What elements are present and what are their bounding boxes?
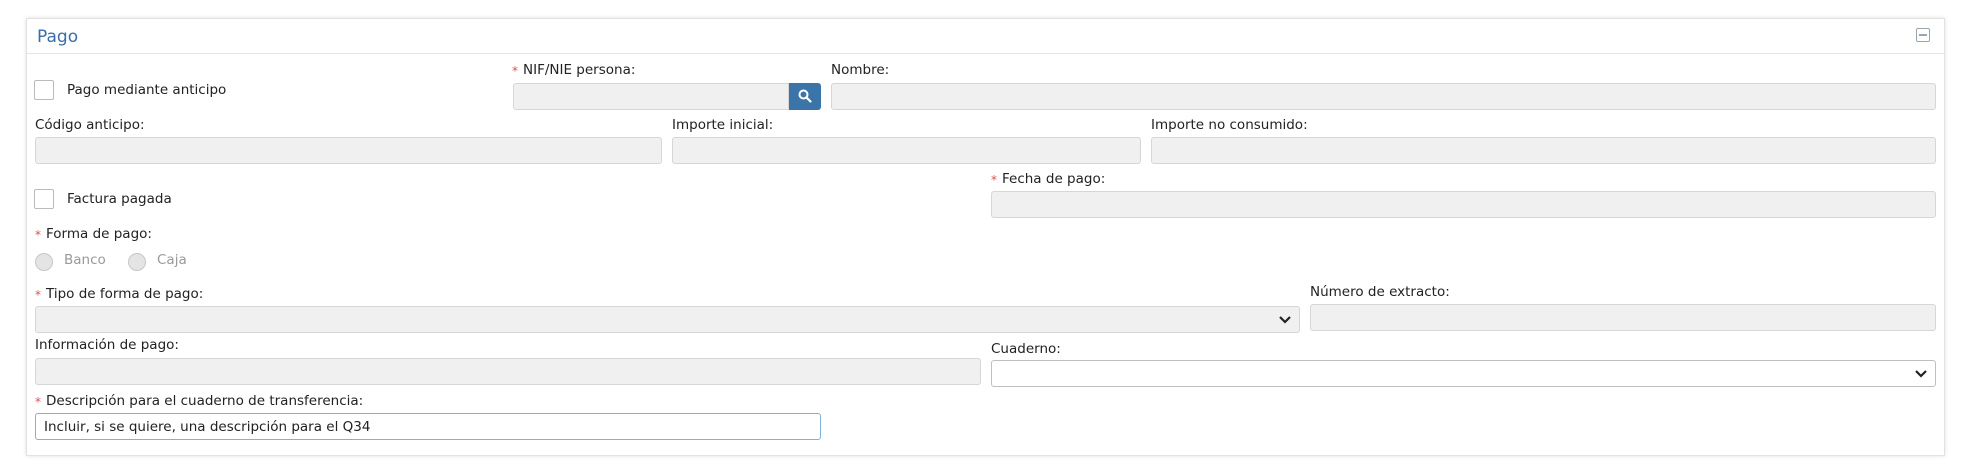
required-marker: * [35, 288, 41, 302]
importe-no-consumido-input[interactable] [1151, 137, 1936, 164]
importe-inicial-label: Importe inicial: [672, 117, 774, 133]
factura-pagada-label: Factura pagada [67, 191, 172, 207]
nombre-label: Nombre: [831, 62, 890, 78]
codigo-anticipo-label: Código anticipo: [35, 117, 145, 133]
panel-header: Pago [27, 19, 1944, 54]
caja-label: Caja [157, 252, 187, 268]
importe-inicial-input[interactable] [672, 137, 1141, 164]
chevron-down-icon [1279, 316, 1291, 324]
nombre-input[interactable] [831, 83, 1936, 110]
nif-label: * NIF/NIE persona: [512, 62, 635, 78]
tipo-forma-pago-label: * Tipo de forma de pago: [35, 286, 203, 302]
search-button[interactable] [789, 83, 821, 110]
nif-input[interactable] [513, 83, 789, 110]
informacion-pago-input[interactable] [35, 358, 981, 385]
cuaderno-select[interactable] [991, 360, 1936, 387]
required-marker: * [991, 173, 997, 187]
panel-title: Pago [37, 27, 79, 47]
forma-pago-label: * Forma de pago: [35, 226, 152, 242]
fecha-pago-label: * Fecha de pago: [991, 171, 1105, 187]
search-icon [798, 89, 812, 103]
descripcion-label-text: Descripción para el cuaderno de transfer… [46, 393, 364, 409]
banco-label: Banco [64, 252, 106, 268]
caja-radio[interactable] [128, 253, 146, 271]
descripcion-label: * Descripción para el cuaderno de transfe… [35, 393, 363, 409]
pago-anticipo-label: Pago mediante anticipo [67, 82, 227, 98]
numero-extracto-input[interactable] [1310, 304, 1936, 331]
banco-radio[interactable] [35, 253, 53, 271]
tipo-forma-pago-label-text: Tipo de forma de pago: [46, 286, 204, 302]
tipo-forma-pago-select[interactable] [35, 306, 1300, 333]
numero-extracto-label: Número de extracto: [1310, 284, 1450, 300]
chevron-down-icon [1915, 370, 1927, 378]
cuaderno-label: Cuaderno: [991, 341, 1061, 357]
nif-label-text: NIF/NIE persona: [523, 62, 636, 78]
descripcion-input[interactable]: Incluir, si se quiere, una descripción p… [35, 413, 821, 440]
codigo-anticipo-input[interactable] [35, 137, 662, 164]
importe-no-consumido-label: Importe no consumido: [1151, 117, 1308, 133]
pago-anticipo-checkbox[interactable] [34, 80, 54, 100]
fecha-pago-label-text: Fecha de pago: [1002, 171, 1106, 187]
required-marker: * [512, 64, 518, 78]
required-marker: * [35, 228, 41, 242]
forma-pago-label-text: Forma de pago: [46, 226, 152, 242]
required-marker: * [35, 395, 41, 409]
informacion-pago-label: Información de pago: [35, 337, 179, 353]
collapse-icon[interactable] [1916, 28, 1930, 42]
factura-pagada-checkbox[interactable] [34, 189, 54, 209]
fecha-pago-input[interactable] [991, 191, 1936, 218]
